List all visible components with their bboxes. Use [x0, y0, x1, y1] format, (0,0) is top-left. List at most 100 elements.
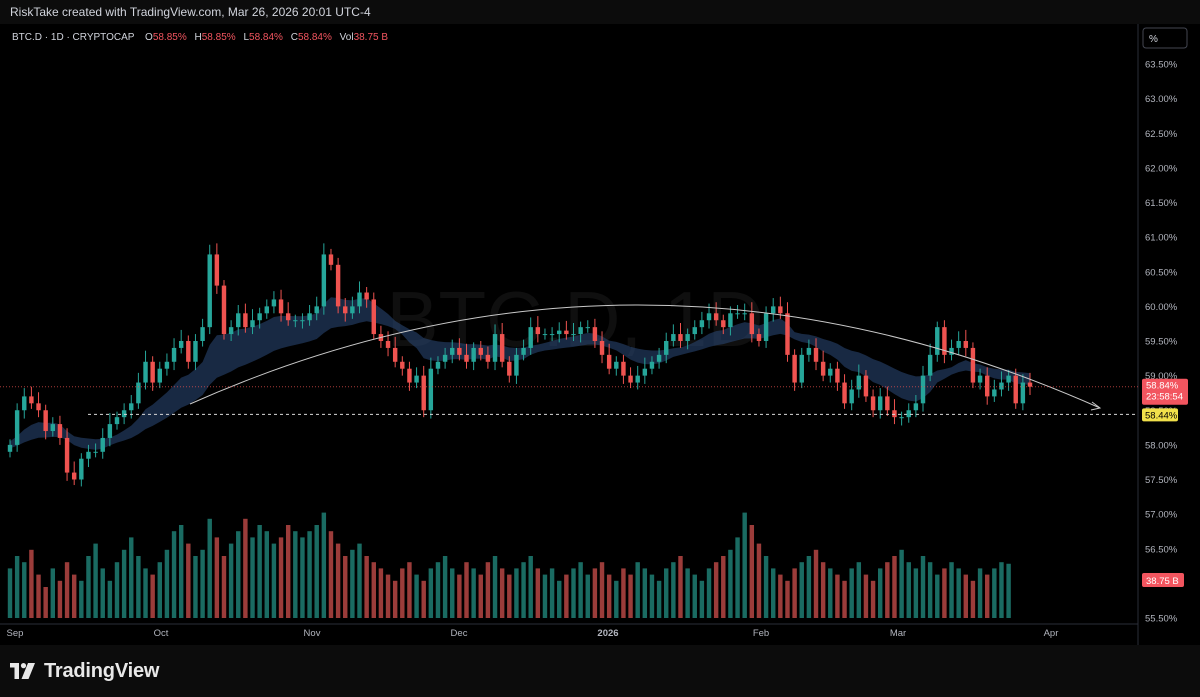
price-axis[interactable]: 63.50% 63.00% 62.50% 62.00% 61.50% 61.00% 60.5…	[1145, 60, 1178, 625]
volume-bar	[749, 525, 755, 618]
candle	[271, 291, 277, 314]
volume-bar	[763, 556, 769, 618]
volume-bar	[100, 568, 105, 618]
volume-bar	[557, 580, 562, 618]
volume-bar	[321, 512, 327, 618]
volume-bar	[400, 568, 405, 618]
volume-bar	[343, 556, 348, 618]
candle	[14, 403, 20, 452]
volume-bar	[107, 580, 113, 618]
volume-bar	[828, 568, 833, 618]
price-tick-label: 60.50%	[1145, 267, 1178, 278]
tradingview-logo[interactable]: TradingView	[10, 658, 159, 684]
candle	[892, 399, 897, 425]
volume-bar	[29, 549, 34, 618]
volume-bar	[592, 568, 598, 618]
volume-bar	[421, 580, 426, 618]
volume-bar	[93, 543, 98, 618]
volume-bar	[528, 556, 533, 618]
volume-bar	[507, 574, 512, 618]
chart-frame[interactable]: BTC.D, 1D 63.50% 63.00% 62.50% 62.00% 61.50%…	[0, 24, 1200, 645]
volume-bar	[43, 587, 48, 618]
time-tick-label: Feb	[753, 628, 769, 639]
volume-bar	[942, 568, 947, 618]
volume-bar	[236, 531, 241, 618]
price-tick-label: 61.50%	[1145, 198, 1178, 209]
candle	[906, 403, 911, 423]
scale-mode-label: %	[1149, 34, 1158, 45]
volume-bar	[485, 562, 491, 618]
candle	[29, 386, 34, 409]
time-tick-label: Sep	[7, 628, 24, 639]
volume-bar	[713, 562, 719, 618]
volume-bar	[678, 556, 683, 618]
volume-bar	[314, 525, 319, 618]
volume-bar	[963, 574, 969, 618]
volume-bar	[350, 549, 355, 618]
volume-bars	[7, 512, 1011, 618]
volume-bar	[721, 556, 726, 618]
time-tick-label: 2026	[597, 628, 618, 639]
volume-bar	[243, 518, 248, 618]
ohlc-legend: BTC.D · 1D · CRYPTOCAP O58.85% H58.85% L…	[12, 32, 388, 43]
candle	[820, 350, 826, 382]
time-axis[interactable]: Sep Oct Nov Dec 2026 Feb Mar Apr	[7, 628, 1059, 639]
brand-name: TradingView	[44, 659, 160, 682]
candle	[36, 392, 41, 418]
volume-bar	[264, 531, 269, 618]
volume-bar	[806, 556, 812, 618]
candle	[71, 461, 77, 486]
volume-bar	[407, 562, 412, 618]
volume-bar	[970, 580, 976, 618]
volume-bar	[457, 574, 462, 618]
volume-bar	[464, 562, 469, 618]
candle	[956, 331, 961, 355]
volume-bar	[442, 556, 448, 618]
price-tick-label: 63.00%	[1145, 94, 1178, 105]
volume-bar	[335, 543, 341, 618]
time-tick-label: Dec	[451, 628, 468, 639]
volume-bar	[664, 568, 669, 618]
candle	[178, 329, 184, 354]
volume-bar	[621, 568, 626, 618]
time-tick-label: Apr	[1044, 628, 1059, 639]
candle	[963, 329, 969, 357]
volume-bar	[307, 531, 312, 618]
volume-bar	[221, 556, 227, 618]
volume-bar	[14, 556, 20, 618]
volume-value: 38.75 B	[1146, 576, 1179, 587]
volume-bar	[820, 562, 826, 618]
volume-bar	[207, 518, 212, 618]
volume-bar	[906, 562, 911, 618]
candle	[143, 350, 148, 390]
volume-bar	[492, 556, 498, 618]
legend-low: 58.84%	[249, 32, 283, 43]
candle	[136, 372, 141, 409]
volume-bar	[956, 568, 961, 618]
price-chart[interactable]: BTC.D, 1D 63.50%63.00%62.50%62.00%61.50%…	[0, 24, 1200, 645]
candle	[942, 320, 947, 364]
volume-bar	[756, 543, 762, 618]
legend-symbol: BTC.D · 1D · CRYPTOCAP	[12, 32, 135, 43]
volume-bar	[778, 574, 783, 618]
candle	[100, 428, 105, 459]
volume-bar	[913, 568, 919, 618]
volume-bar	[885, 562, 890, 618]
volume-bar	[435, 562, 441, 618]
volume-bar	[771, 568, 776, 618]
legend-high-label: H	[195, 32, 202, 43]
candle	[628, 367, 633, 389]
candle	[935, 321, 940, 362]
candle	[22, 388, 27, 419]
legend-open: 58.85%	[153, 32, 187, 43]
volume-bar	[71, 574, 77, 618]
volume-bar	[628, 574, 633, 618]
candle	[157, 361, 163, 389]
candle	[870, 389, 876, 418]
last-price-value: 58.84%	[1146, 381, 1179, 392]
volume-bar	[357, 543, 362, 618]
candle	[792, 349, 797, 391]
volume-bar	[992, 568, 997, 618]
candle	[321, 243, 327, 315]
candle	[164, 353, 170, 376]
